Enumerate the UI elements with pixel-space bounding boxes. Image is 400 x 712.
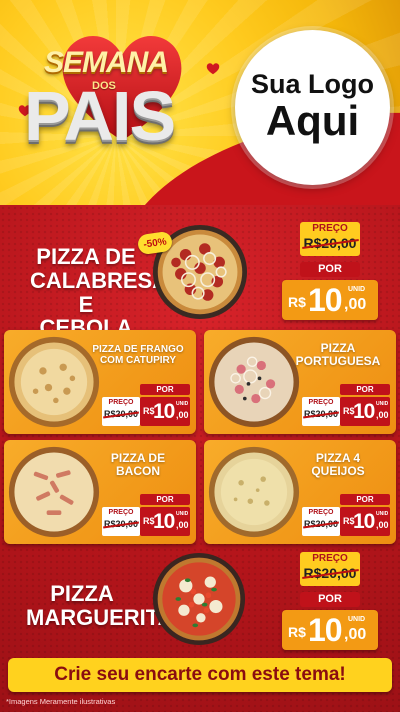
- preco-label: PREÇO: [312, 553, 348, 564]
- price-block-bacon: POR PREÇO R$20,00 R$ 10 UNID ,00: [102, 494, 190, 536]
- product-name-portuguesa: PIZZA PORTUGUESA: [295, 341, 381, 369]
- pizza-marguerita-image: [152, 552, 246, 646]
- price-block-calabresa: PREÇO R$20,00 POR R$ 10 UNID ,00: [282, 222, 378, 322]
- por-label: POR: [300, 592, 360, 607]
- new-price: R$ 10 UNID ,00: [282, 610, 378, 650]
- product-name-marguerita: PIZZA MARGUERITA: [26, 581, 174, 630]
- logo-line-1: Sua Logo: [251, 68, 374, 99]
- logo-line-2: Aqui: [265, 96, 360, 144]
- small-heart-icon: [206, 62, 220, 75]
- por-label: POR: [300, 262, 360, 277]
- price-block-4-queijos: POR PREÇO R$20,00 R$ 10 UNID ,00: [302, 494, 390, 536]
- product-name-bacon: PIZZA DE BACON: [110, 451, 166, 479]
- product-card-4-queijos: PIZZA 4 QUEIJOS POR PREÇO R$20,00 R$ 10 …: [204, 440, 396, 544]
- product-card-frango: PIZZA DE FRANGO COM CATUPIRY POR PREÇO R…: [4, 330, 196, 434]
- old-price: R$20,00: [303, 565, 357, 581]
- footnote: *Imagens Meramente ilustrativas: [6, 697, 116, 706]
- logo-placeholder: Sua Logo Aqui: [235, 30, 390, 185]
- product-name-frango: PIZZA DE FRANGO COM CATUPIRY: [92, 344, 184, 367]
- flyer-page: SEMANA PAIS DOS Sua Logo Aqui PIZZA DE C…: [0, 0, 400, 712]
- cta-banner: Crie seu encarte com este tema!: [8, 658, 392, 692]
- preco-label: PREÇO: [312, 223, 348, 234]
- old-price: R$20,00: [303, 235, 357, 251]
- price-block-marguerita: PREÇO R$20,00 POR R$ 10 UNID ,00: [282, 552, 378, 652]
- product-card-portuguesa: PIZZA PORTUGUESA POR PREÇO R$20,00 R$ 10…: [204, 330, 396, 434]
- price-block-portuguesa: POR PREÇO R$20,00 R$ 10 UNID ,00: [302, 384, 390, 426]
- new-price: R$ 10 UNID ,00: [282, 280, 378, 320]
- product-card-bacon: PIZZA DE BACON POR PREÇO R$20,00 R$ 10 U…: [4, 440, 196, 544]
- price-block-frango: POR PREÇO R$20,00 R$ 10 UNID ,00: [102, 384, 190, 426]
- title-semana: SEMANA: [44, 46, 169, 79]
- product-name-4-queijos: PIZZA 4 QUEIJOS: [311, 451, 365, 479]
- title-dos: DOS: [92, 80, 116, 92]
- header: SEMANA PAIS DOS Sua Logo Aqui: [0, 0, 400, 205]
- product-name-calabresa: PIZZA DE CALABRESA E CEBOLA: [30, 244, 169, 341]
